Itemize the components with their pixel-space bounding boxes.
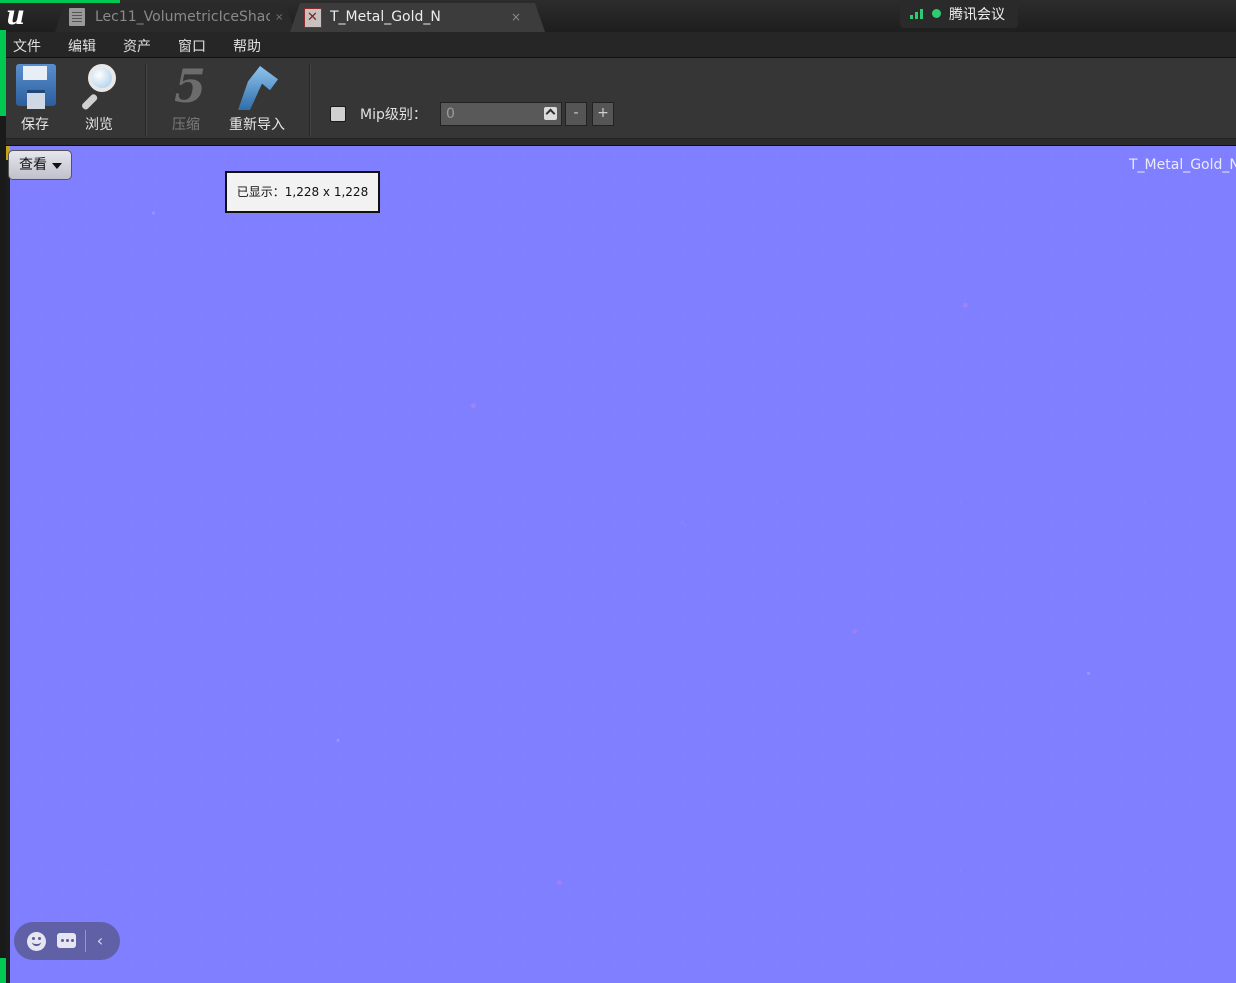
meeting-indicator[interactable]: 腾讯会议 xyxy=(900,0,1018,28)
menu-window[interactable]: 窗口 xyxy=(178,36,206,56)
reimport-button[interactable]: 重新导入 xyxy=(226,58,294,138)
screen-share-indicator-left-bottom xyxy=(0,958,6,983)
meeting-floating-bar: ‹ xyxy=(14,922,120,960)
mip-level-value: 0 xyxy=(446,106,455,122)
tab-close-icon[interactable]: × xyxy=(275,3,283,32)
mip-decrease-button[interactable]: - xyxy=(565,102,587,126)
reimport-icon xyxy=(234,62,282,110)
signal-strength-icon xyxy=(910,9,926,19)
compress-icon: 5 xyxy=(173,59,206,113)
menu-file[interactable]: 文件 xyxy=(13,36,41,56)
live-status-icon xyxy=(932,9,941,18)
spin-drag-icon[interactable] xyxy=(544,107,557,120)
unreal-logo-icon[interactable]: u xyxy=(6,2,32,30)
toolbar-divider xyxy=(6,139,1236,146)
mip-increase-button[interactable]: + xyxy=(592,102,614,126)
tab-label: T_Metal_Gold_N xyxy=(330,9,441,25)
save-button[interactable]: 保存 xyxy=(12,58,66,138)
mip-level-checkbox[interactable] xyxy=(330,106,346,122)
magnifier-icon xyxy=(78,64,122,111)
chat-icon[interactable] xyxy=(57,933,76,948)
viewport-left-border xyxy=(6,146,10,983)
browse-button[interactable]: 浏览 xyxy=(72,58,134,138)
tab-bar: u Lec11_VolumetricIceShac × T_Metal_Gold… xyxy=(0,0,1236,32)
browse-label: 浏览 xyxy=(85,117,113,133)
compress-label: 压缩 xyxy=(172,117,200,133)
menu-help[interactable]: 帮助 xyxy=(233,36,261,56)
menu-asset[interactable]: 资产 xyxy=(123,36,151,56)
save-icon xyxy=(16,64,56,109)
tab-t-metal-gold-n[interactable]: T_Metal_Gold_N × xyxy=(290,3,545,32)
emoji-icon[interactable] xyxy=(27,932,46,951)
collapse-icon[interactable]: ‹ xyxy=(92,931,108,951)
meeting-label: 腾讯会议 xyxy=(949,7,1005,23)
menu-edit[interactable]: 编辑 xyxy=(68,36,96,56)
texture-viewport[interactable] xyxy=(6,146,1236,983)
view-options-button[interactable]: 查看 xyxy=(8,150,72,180)
displayed-size-info: 已显示：1,228 x 1,228 xyxy=(225,171,380,213)
toolbar-separator xyxy=(309,64,310,136)
mip-level-input[interactable]: 0 xyxy=(440,102,562,126)
tab-lec11-volumetric-ice-shader[interactable]: Lec11_VolumetricIceShac × xyxy=(55,3,295,32)
mip-level-label: Mip级别： xyxy=(360,107,427,123)
document-icon xyxy=(69,8,85,26)
caret-down-icon xyxy=(52,163,62,169)
tab-close-icon[interactable]: × xyxy=(511,3,521,32)
save-label: 保存 xyxy=(21,117,49,133)
tab-label: Lec11_VolumetricIceShac xyxy=(95,9,270,25)
floating-bar-divider xyxy=(85,930,86,952)
reimport-label: 重新导入 xyxy=(229,117,285,133)
texture-asset-icon xyxy=(304,8,322,28)
view-options-label: 查看 xyxy=(19,157,47,173)
texture-name-label: T_Metal_Gold_N xyxy=(1129,157,1236,173)
toolbar: 保存 浏览 5 压缩 重新导入 Mip级别： 0 - + xyxy=(6,58,1236,139)
toolbar-separator xyxy=(145,64,146,136)
compress-button[interactable]: 5 压缩 xyxy=(162,58,216,138)
menu-bar: 文件 编辑 资产 窗口 帮助 xyxy=(6,32,1236,58)
